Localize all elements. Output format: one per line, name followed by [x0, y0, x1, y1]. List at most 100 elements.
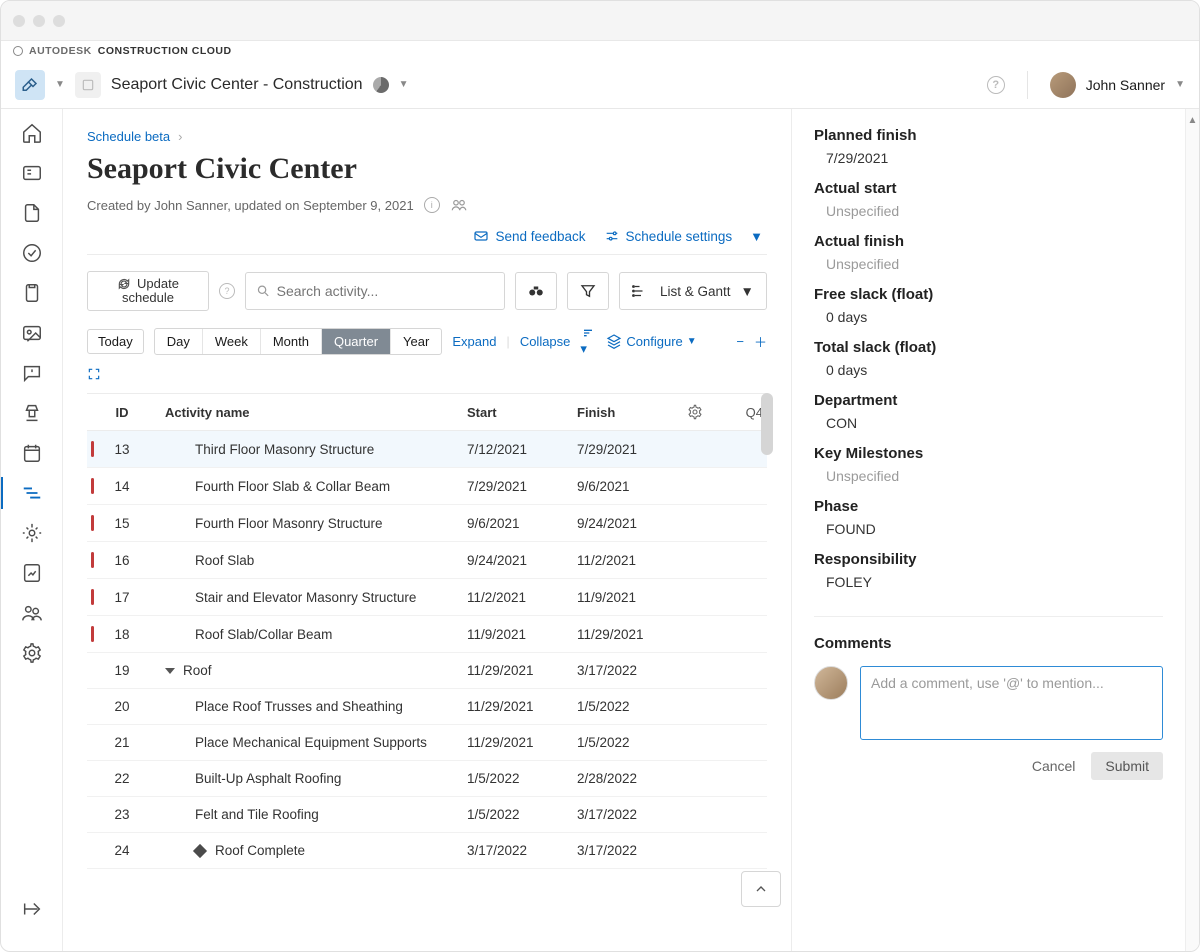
schedule-settings-link[interactable]: Schedule settings: [604, 228, 733, 244]
expand-all-link[interactable]: Expand: [452, 334, 496, 349]
settings-caret-icon[interactable]: ▼: [750, 229, 763, 244]
user-name[interactable]: John Sanner: [1086, 77, 1165, 93]
value-total-slack: 0 days: [814, 362, 1163, 378]
today-button[interactable]: Today: [87, 329, 144, 354]
table-row[interactable]: 19Roof11/29/20213/17/2022: [87, 653, 767, 689]
toolbar-info-icon[interactable]: ?: [219, 283, 235, 299]
comment-input[interactable]: Add a comment, use '@' to mention...: [860, 666, 1163, 740]
timescale-day[interactable]: Day: [155, 329, 203, 354]
search-input[interactable]: [277, 283, 494, 299]
help-icon[interactable]: ?: [987, 76, 1005, 94]
timescale-month[interactable]: Month: [261, 329, 322, 354]
nav-home-icon[interactable]: [20, 121, 44, 145]
row-name-cell[interactable]: Stair and Elevator Masonry Structure: [147, 590, 467, 605]
nav-meetings-icon[interactable]: [20, 441, 44, 465]
table-row[interactable]: 16Roof Slab9/24/202111/2/2021: [87, 542, 767, 579]
search-activity[interactable]: [245, 272, 505, 310]
update-schedule-button[interactable]: Update schedule: [87, 271, 209, 311]
nav-sheets-icon[interactable]: [20, 161, 44, 185]
configure-link[interactable]: Configure ▼: [606, 333, 696, 349]
nav-assets-icon[interactable]: [20, 521, 44, 545]
row-name-cell[interactable]: Fourth Floor Slab & Collar Beam: [147, 479, 467, 494]
project-dropdown-caret-icon[interactable]: ▼: [399, 79, 409, 90]
maximize-window-dot[interactable]: [53, 15, 65, 27]
collapse-panel-button[interactable]: [741, 871, 781, 907]
expand-icon: [87, 367, 101, 381]
nav-files-icon[interactable]: [20, 201, 44, 225]
table-row[interactable]: 24Roof Complete3/17/20223/17/2022: [87, 833, 767, 869]
close-window-dot[interactable]: [13, 15, 25, 27]
collapse-all-link[interactable]: Collapse: [520, 334, 571, 349]
milestone-icon: [193, 843, 207, 857]
timescale-year[interactable]: Year: [391, 329, 441, 354]
row-name-cell[interactable]: Fourth Floor Masonry Structure: [147, 516, 467, 531]
table-row[interactable]: 13Third Floor Masonry Structure7/12/2021…: [87, 431, 767, 468]
send-feedback-link[interactable]: Send feedback: [473, 228, 585, 244]
table-row[interactable]: 14Fourth Floor Slab & Collar Beam7/29/20…: [87, 468, 767, 505]
members-icon[interactable]: [450, 196, 468, 214]
row-name-cell[interactable]: Third Floor Masonry Structure: [147, 442, 467, 457]
table-row[interactable]: 20Place Roof Trusses and Sheathing11/29/…: [87, 689, 767, 725]
user-menu-caret-icon[interactable]: ▼: [1175, 79, 1185, 90]
table-row[interactable]: 15Fourth Floor Masonry Structure9/6/2021…: [87, 505, 767, 542]
sort-button[interactable]: ▾: [580, 325, 596, 357]
nav-collapse-icon[interactable]: [20, 897, 44, 921]
nav-forms-icon[interactable]: [20, 281, 44, 305]
breadcrumb-schedule[interactable]: Schedule beta: [87, 129, 170, 144]
col-settings[interactable]: [687, 404, 727, 420]
page-title: Seaport Civic Center: [87, 152, 767, 186]
zoom-out-button[interactable]: −: [736, 334, 744, 349]
row-name-cell[interactable]: Roof Complete: [147, 843, 467, 858]
page-scrollbar[interactable]: ▲: [1185, 109, 1199, 951]
filter-button[interactable]: [567, 272, 609, 310]
product-switcher-button[interactable]: [15, 70, 45, 100]
cancel-button[interactable]: Cancel: [1032, 758, 1076, 774]
table-row[interactable]: 17Stair and Elevator Masonry Structure11…: [87, 579, 767, 616]
row-finish: 11/9/2021: [577, 590, 687, 605]
row-id: 13: [97, 442, 147, 457]
nav-reports-icon[interactable]: [20, 561, 44, 585]
divider: [87, 254, 767, 255]
main-area: Schedule beta › Seaport Civic Center Cre…: [63, 109, 1185, 951]
row-name-cell[interactable]: Roof Slab/Collar Beam: [147, 627, 467, 642]
minimize-window-dot[interactable]: [33, 15, 45, 27]
info-icon[interactable]: i: [424, 197, 440, 213]
value-planned-finish: 7/29/2021: [814, 150, 1163, 166]
row-name-cell[interactable]: Place Mechanical Equipment Supports: [147, 735, 467, 750]
nav-members-icon[interactable]: [20, 601, 44, 625]
vertical-scrollbar[interactable]: [761, 393, 773, 455]
row-name-cell[interactable]: Felt and Tile Roofing: [147, 807, 467, 822]
activity-name: Built-Up Asphalt Roofing: [195, 771, 341, 786]
row-name-cell[interactable]: Roof: [147, 663, 467, 678]
col-finish[interactable]: Finish: [577, 405, 687, 420]
table-row[interactable]: 22Built-Up Asphalt Roofing1/5/20222/28/2…: [87, 761, 767, 797]
nav-rfis-icon[interactable]: [20, 361, 44, 385]
user-avatar[interactable]: [1050, 72, 1076, 98]
nav-submittals-icon[interactable]: [20, 401, 44, 425]
col-start[interactable]: Start: [467, 405, 577, 420]
nav-settings-icon[interactable]: [20, 641, 44, 665]
table-row[interactable]: 21Place Mechanical Equipment Supports11/…: [87, 725, 767, 761]
timescale-quarter[interactable]: Quarter: [322, 329, 391, 354]
row-name-cell[interactable]: Built-Up Asphalt Roofing: [147, 771, 467, 786]
row-finish: 3/17/2022: [577, 663, 687, 678]
view-mode-button[interactable]: List & Gantt ▼: [619, 272, 767, 310]
nav-issues-icon[interactable]: [20, 241, 44, 265]
timescale-week[interactable]: Week: [203, 329, 261, 354]
project-title[interactable]: Seaport Civic Center - Construction: [111, 76, 363, 94]
submit-button[interactable]: Submit: [1091, 752, 1163, 780]
nav-schedule-icon[interactable]: [20, 481, 44, 505]
table-row[interactable]: 23Felt and Tile Roofing1/5/20223/17/2022: [87, 797, 767, 833]
fullscreen-button[interactable]: [87, 367, 101, 381]
product-switcher-caret-icon[interactable]: ▼: [55, 79, 65, 90]
zoom-in-button[interactable]: ＋: [754, 332, 767, 351]
col-id[interactable]: ID: [97, 405, 147, 420]
scroll-up-icon[interactable]: ▲: [1188, 115, 1198, 126]
row-name-cell[interactable]: Place Roof Trusses and Sheathing: [147, 699, 467, 714]
col-name[interactable]: Activity name: [147, 405, 467, 420]
find-button[interactable]: [515, 272, 557, 310]
row-name-cell[interactable]: Roof Slab: [147, 553, 467, 568]
table-row[interactable]: 18Roof Slab/Collar Beam11/9/202111/29/20…: [87, 616, 767, 653]
group-toggle-icon[interactable]: [165, 668, 175, 674]
nav-photos-icon[interactable]: [20, 321, 44, 345]
